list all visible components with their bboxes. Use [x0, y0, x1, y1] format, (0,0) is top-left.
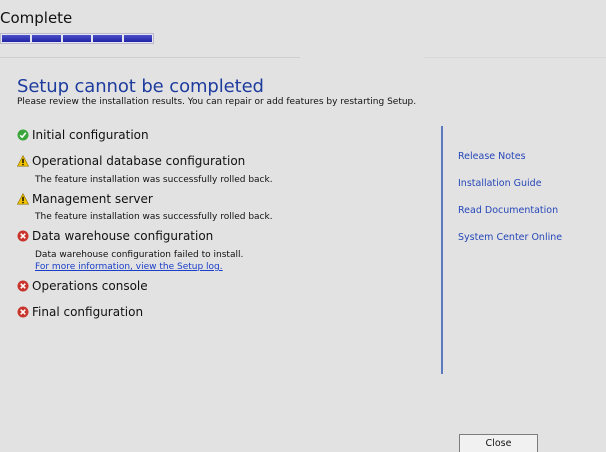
- sidebar-divider: [441, 126, 443, 374]
- result-item-label: Final configuration: [32, 305, 144, 319]
- read-documentation-link[interactable]: Read Documentation: [458, 205, 558, 216]
- release-notes-link[interactable]: Release Notes: [458, 151, 526, 162]
- progress-segment: [2, 35, 31, 42]
- header-divider: [0, 57, 300, 58]
- error-icon: [17, 306, 29, 318]
- result-item-data-warehouse: Data warehouse configuration: [17, 229, 213, 243]
- result-item-initial-configuration: Initial configuration: [17, 128, 149, 142]
- progress-segment: [123, 35, 153, 42]
- warning-icon: [17, 155, 29, 167]
- header-divider-right: [424, 57, 606, 58]
- warning-icon: [17, 193, 29, 205]
- progress-segment: [32, 35, 61, 42]
- result-item-label: Operational database configuration: [32, 154, 246, 168]
- close-button[interactable]: Close: [459, 434, 538, 452]
- result-item-label: Operations console: [32, 279, 148, 293]
- result-item-note: The feature installation was successfull…: [35, 212, 273, 222]
- result-item-note: Data warehouse configuration failed to i…: [35, 250, 244, 260]
- check-icon: [17, 129, 29, 141]
- result-item-management-server: Management server: [17, 192, 153, 206]
- result-item-label: Management server: [32, 192, 153, 206]
- error-icon: [17, 280, 29, 292]
- installation-guide-link[interactable]: Installation Guide: [458, 178, 542, 189]
- system-center-online-link[interactable]: System Center Online: [458, 232, 562, 243]
- page-subtitle: Please review the installation results. …: [17, 97, 417, 107]
- result-item-label: Initial configuration: [32, 128, 149, 142]
- progress-bar: [0, 33, 154, 44]
- page-title: Setup cannot be completed: [17, 76, 264, 97]
- error-icon: [17, 230, 29, 242]
- progress-segment: [93, 35, 122, 42]
- setup-log-link[interactable]: For more information, view the Setup log…: [35, 262, 223, 272]
- result-item-note: The feature installation was successfull…: [35, 175, 273, 185]
- progress-segment: [62, 35, 92, 42]
- header-title: Complete: [0, 9, 73, 27]
- result-item-operational-database: Operational database configuration: [17, 154, 245, 168]
- result-item-label: Data warehouse configuration: [32, 229, 214, 243]
- result-item-operations-console: Operations console: [17, 279, 148, 293]
- result-item-final-configuration: Final configuration: [17, 305, 143, 319]
